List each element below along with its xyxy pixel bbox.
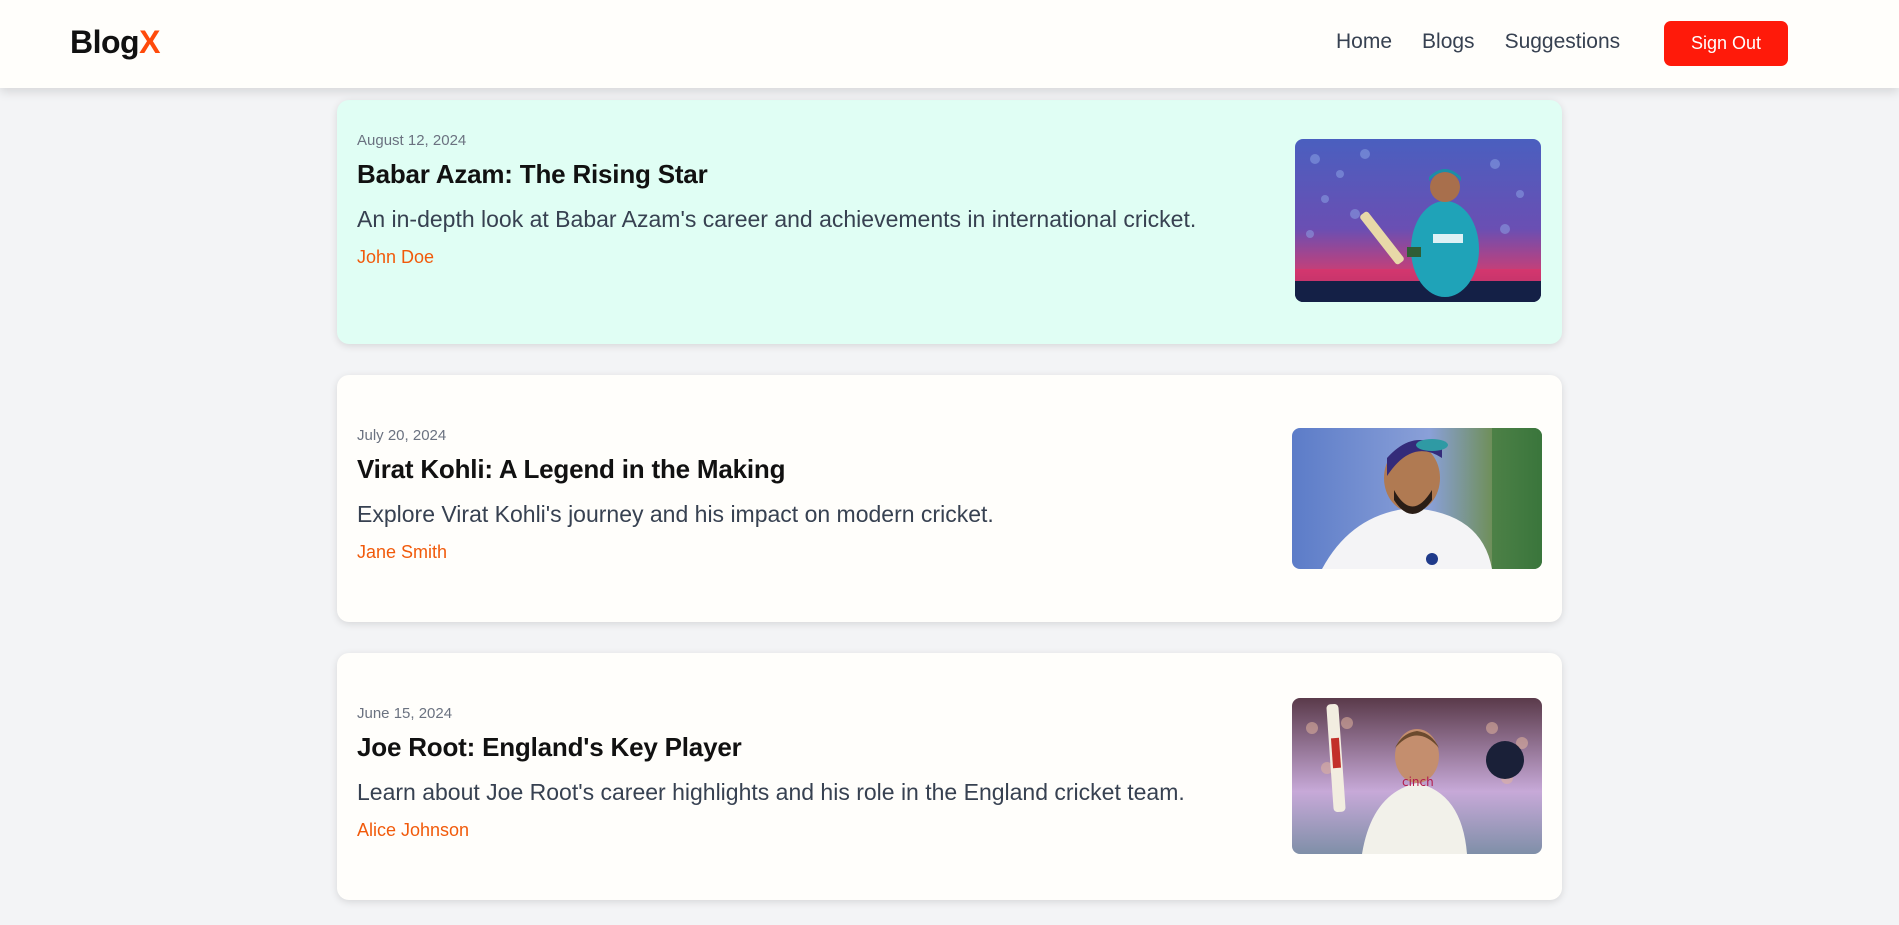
blog-card-content: July 20, 2024 Virat Kohli: A Legend in t… [357,427,994,563]
virat-kohli-photo [1292,428,1542,569]
nav-link-suggestions[interactable]: Suggestions [1505,30,1621,54]
jersey-sponsor-logo: cinch [1402,775,1434,789]
blogx-logo[interactable]: BlogX [70,24,160,61]
post-thumbnail-image[interactable]: cinch [1292,698,1542,854]
sign-out-button[interactable]: Sign Out [1664,21,1788,66]
logo-text: Blog [70,24,140,60]
joe-root-photo: cinch [1292,698,1542,854]
post-author[interactable]: Alice Johnson [357,820,469,840]
post-date: August 12, 2024 [357,132,467,149]
blog-card[interactable]: June 15, 2024 Joe Root: England's Key Pl… [337,653,1562,900]
post-thumbnail-image[interactable] [1295,139,1541,302]
post-title[interactable]: Virat Kohli: A Legend in the Making [357,454,994,485]
post-title[interactable]: Joe Root: England's Key Player [357,732,1185,763]
post-date: July 20, 2024 [357,427,447,444]
babar-azam-photo [1295,139,1541,302]
blog-card-content: June 15, 2024 Joe Root: England's Key Pl… [357,705,1185,841]
blog-card[interactable]: July 20, 2024 Virat Kohli: A Legend in t… [337,375,1562,622]
post-author[interactable]: John Doe [357,247,434,267]
post-author[interactable]: Jane Smith [357,542,447,562]
logo-accent: X [139,24,160,60]
post-thumbnail-image[interactable] [1292,428,1542,569]
nav-link-blogs[interactable]: Blogs [1422,30,1475,54]
blog-card-content: August 12, 2024 Babar Azam: The Rising S… [357,132,1196,268]
post-excerpt: Learn about Joe Root's career highlights… [357,779,1185,805]
post-excerpt: Explore Virat Kohli's journey and his im… [357,501,994,527]
top-navbar: BlogX Home Blogs Suggestions Sign Out [0,0,1899,88]
post-excerpt: An in-depth look at Babar Azam's career … [357,206,1197,232]
post-title[interactable]: Babar Azam: The Rising Star [357,159,1196,190]
post-date: June 15, 2024 [357,705,453,722]
nav-links: Home Blogs Suggestions [1336,30,1650,54]
blog-card[interactable]: August 12, 2024 Babar Azam: The Rising S… [337,100,1562,344]
nav-link-home[interactable]: Home [1336,30,1392,54]
